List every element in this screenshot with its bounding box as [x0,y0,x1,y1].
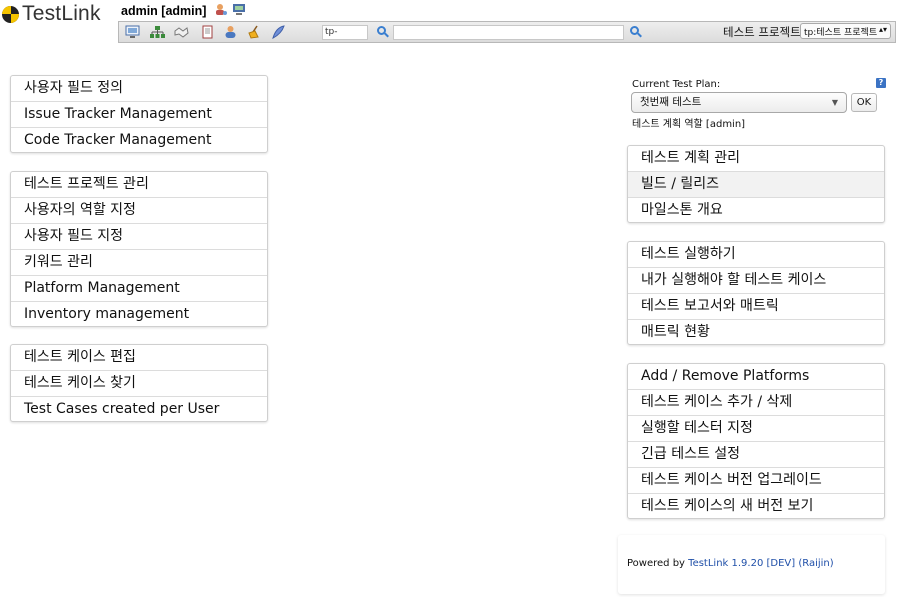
left-menu-testcases: 테스트 케이스 편집 테스트 케이스 찾기 Test Cases created… [10,344,268,422]
menu-item-assign-user-roles[interactable]: 사용자의 역할 지정 [11,198,267,224]
menu-item-inventory-management[interactable]: Inventory management [11,302,267,328]
main-toolbar: tp- 테스트 프로젝트 tp:테스트 프로젝트 ▴▾ [118,21,896,43]
test-plan-select[interactable]: 첫번째 테스트 ▼ [631,92,847,113]
logo-text: TestLink [22,2,101,25]
handshake-icon[interactable] [174,25,189,39]
menu-item-update-linked-versions[interactable]: 테스트 케이스 버전 업그레이드 [628,468,884,494]
test-plan-select-value: 첫번째 테스트 [640,96,702,108]
document-icon[interactable] [200,25,215,39]
menu-item-milestone-overview[interactable]: 마일스톤 개요 [628,198,884,224]
menu-item-add-remove-platforms[interactable]: Add / Remove Platforms [628,364,884,390]
desktop-icon[interactable] [125,25,140,39]
right-menu-contents: Add / Remove Platforms 테스트 케이스 추가 / 삭제 실… [627,363,885,519]
menu-item-edit-test-cases[interactable]: 테스트 케이스 편집 [11,345,267,371]
user-icon[interactable] [223,25,238,39]
menu-item-add-remove-test-cases[interactable]: 테스트 케이스 추가 / 삭제 [628,390,884,416]
search-testcase-id-icon[interactable] [377,26,386,35]
select-arrows-icon: ▴▾ [878,25,887,34]
menu-item-define-custom-fields[interactable]: 사용자 필드 정의 [11,76,267,102]
test-project-select[interactable]: tp:테스트 프로젝트 ▴▾ [800,23,891,39]
menu-item-test-cases-created-per-user[interactable]: Test Cases created per User [11,397,267,423]
current-test-plan-label: Current Test Plan: [632,79,721,90]
current-user: admin [admin] [121,4,207,18]
right-menu-execution: 테스트 실행하기 내가 실행해야 할 테스트 케이스 테스트 보고서와 매트릭 … [627,241,885,345]
left-menu-system: 사용자 필드 정의 Issue Tracker Management Code … [10,75,268,153]
test-project-label: 테스트 프로젝트 [723,25,801,39]
menu-item-keyword-management[interactable]: 키워드 관리 [11,250,267,276]
menu-item-assign-tester[interactable]: 실행할 테스터 지정 [628,416,884,442]
testcase-id-input[interactable]: tp- [322,25,368,40]
menu-item-platform-management[interactable]: Platform Management [11,276,267,302]
broom-icon[interactable] [247,25,262,39]
right-menu-plan: 테스트 계획 관리 빌드 / 릴리즈 마일스톤 개요 [627,145,885,223]
menu-item-test-plan-management[interactable]: 테스트 계획 관리 [628,146,884,172]
left-menu-project: 테스트 프로젝트 관리 사용자의 역할 지정 사용자 필드 지정 키워드 관리 … [10,171,268,327]
footer-text: Powered by TestLink 1.9.20 [DEV] (Raijin… [627,558,834,569]
user-settings-icon[interactable] [214,3,228,16]
test-project-select-value: tp:테스트 프로젝트 [804,28,878,38]
testcase-search-input[interactable] [393,25,624,40]
menu-item-issue-tracker-management[interactable]: Issue Tracker Management [11,102,267,128]
menu-item-test-project-management[interactable]: 테스트 프로젝트 관리 [11,172,267,198]
testlink-logo[interactable]: TestLink [2,2,101,25]
menu-item-my-assigned-test-cases[interactable]: 내가 실행해야 할 테스트 케이스 [628,268,884,294]
test-plan-role: 테스트 계획 역할 [admin] [632,119,746,130]
menu-item-builds-releases[interactable]: 빌드 / 릴리즈 [628,172,884,198]
menu-item-test-reports-metrics[interactable]: 테스트 보고서와 매트릭 [628,294,884,320]
testlink-version-link[interactable]: TestLink 1.9.20 [DEV] (Raijin) [688,558,834,569]
sitemap-icon[interactable] [150,25,165,39]
menu-item-search-test-cases[interactable]: 테스트 케이스 찾기 [11,371,267,397]
logout-icon[interactable] [232,3,246,16]
search-icon[interactable] [630,26,639,35]
menu-item-code-tracker-management[interactable]: Code Tracker Management [11,128,267,154]
ok-button[interactable]: OK [851,93,877,112]
footer-panel: Powered by TestLink 1.9.20 [DEV] (Raijin… [618,535,885,594]
chevron-down-icon: ▼ [831,98,838,107]
menu-item-assign-custom-fields[interactable]: 사용자 필드 지정 [11,224,267,250]
help-icon[interactable]: ? [876,78,886,88]
menu-item-show-new-versions[interactable]: 테스트 케이스의 새 버전 보기 [628,494,884,520]
powered-by-label: Powered by [627,558,685,569]
menu-item-metrics-dashboard[interactable]: 매트릭 현황 [628,320,884,346]
testlink-logo-icon [2,5,19,23]
menu-item-set-urgent-tests[interactable]: 긴급 테스트 설정 [628,442,884,468]
feather-icon[interactable] [271,25,286,39]
menu-item-execute-tests[interactable]: 테스트 실행하기 [628,242,884,268]
